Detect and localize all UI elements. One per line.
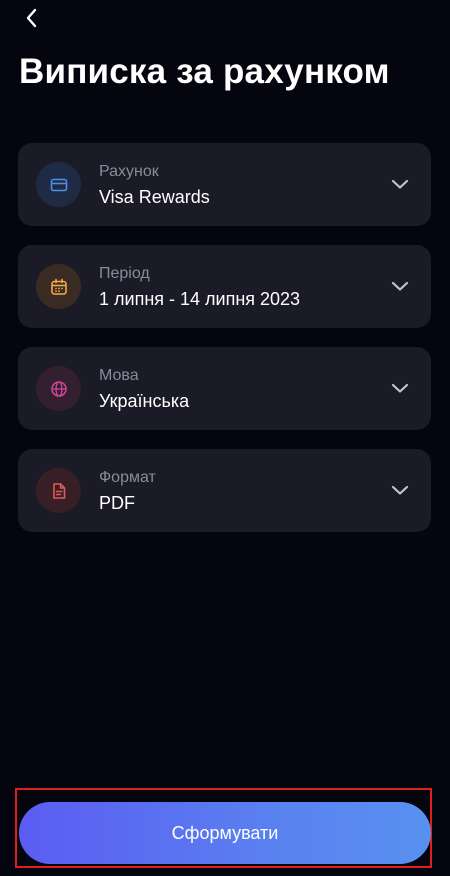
language-label: Мова [99, 367, 139, 384]
document-icon-badge [36, 468, 81, 513]
card-icon [50, 178, 67, 191]
account-label: Рахунок [99, 163, 159, 180]
globe-icon [50, 380, 67, 397]
chevron-down-icon [389, 377, 411, 399]
chevron-down-icon [389, 275, 411, 297]
calendar-icon [50, 278, 67, 295]
account-select[interactable]: Рахунок Visa Rewards [18, 143, 431, 226]
format-select[interactable]: Формат PDF [18, 449, 431, 532]
generate-button[interactable]: Сформувати [19, 802, 431, 864]
globe-icon-badge [36, 366, 81, 411]
period-select[interactable]: Період 1 липня - 14 липня 2023 [18, 245, 431, 328]
period-value: 1 липня - 14 липня 2023 [99, 289, 301, 309]
card-icon-badge [36, 162, 81, 207]
language-value: Українська [99, 391, 190, 411]
format-label: Формат [99, 469, 156, 486]
period-label: Період [99, 265, 150, 282]
format-value: PDF [99, 493, 135, 513]
chevron-left-icon [26, 8, 37, 28]
calendar-icon-badge [36, 264, 81, 309]
document-icon [52, 482, 65, 499]
chevron-down-icon [389, 479, 411, 501]
back-button[interactable] [18, 4, 46, 32]
chevron-down-icon [389, 173, 411, 195]
page-title: Виписка за рахунком [19, 52, 390, 91]
language-select[interactable]: Мова Українська [18, 347, 431, 430]
account-value: Visa Rewards [99, 187, 210, 207]
